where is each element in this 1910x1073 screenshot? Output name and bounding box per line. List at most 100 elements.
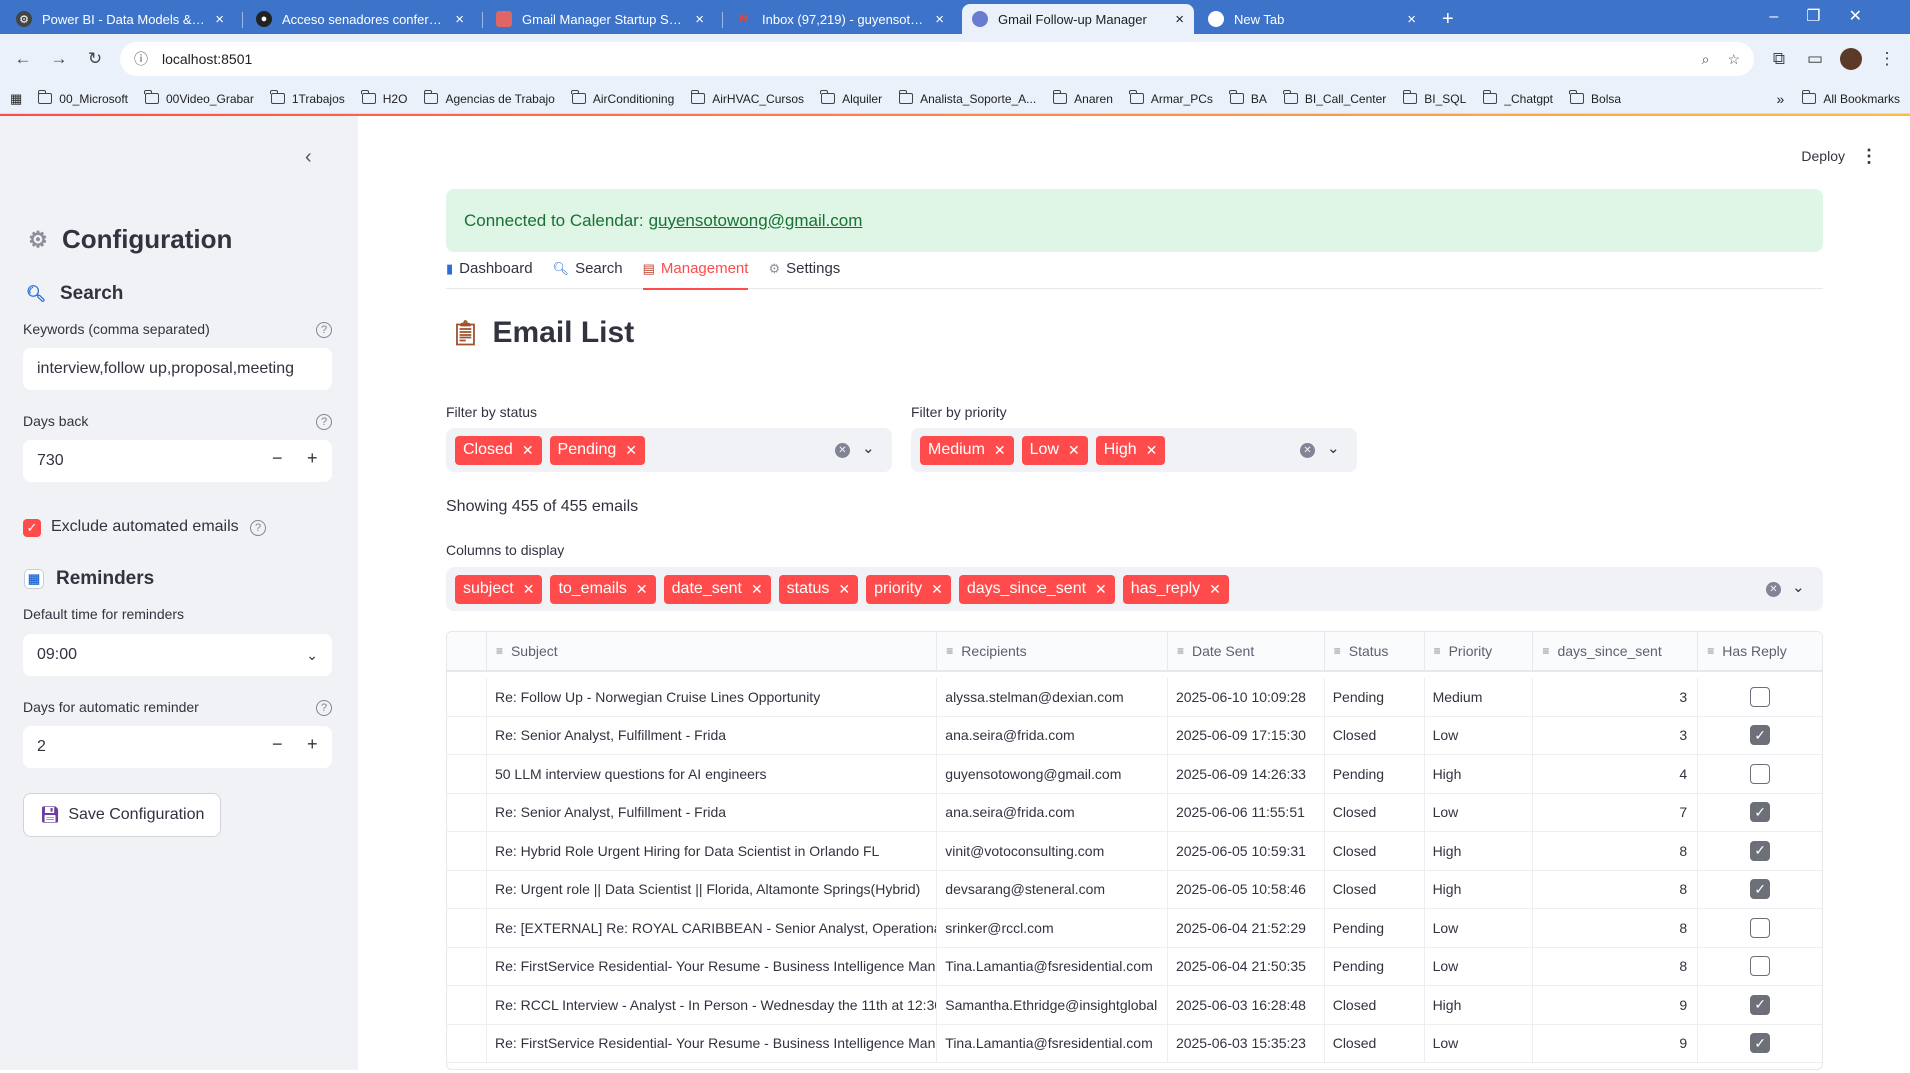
row-index-cell[interactable] <box>447 678 487 716</box>
priority-cell[interactable]: Low <box>1425 793 1534 831</box>
subject-cell[interactable]: Re: Urgent role || Data Scientist || Flo… <box>487 870 938 908</box>
tab-settings[interactable]: ⚙ Settings <box>768 250 840 288</box>
status-cell[interactable]: Pending <box>1325 678 1425 716</box>
has-reply-checkbox[interactable] <box>1750 686 1771 707</box>
status-chip-closed[interactable]: Closed ✕ <box>455 435 542 465</box>
priority-cell[interactable]: Low <box>1425 947 1534 985</box>
has-reply-checkbox[interactable] <box>1750 917 1771 938</box>
row-index-cell[interactable] <box>447 870 487 908</box>
more-bookmarks-icon[interactable]: » <box>1777 91 1785 107</box>
priority-cell[interactable]: High <box>1425 755 1534 793</box>
column-header-recipients[interactable]: ≡ Recipients <box>937 632 1168 670</box>
filter-status-multiselect[interactable]: Closed ✕ Pending ✕ ✕ ⌄ <box>446 428 892 472</box>
status-cell[interactable]: Pending <box>1325 909 1425 947</box>
recipients-cell[interactable]: vinit@votoconsulting.com <box>937 832 1168 870</box>
close-icon[interactable]: × <box>1407 11 1416 28</box>
address-bar[interactable]: ⓘ localhost:8501 ⌕ ☆ <box>120 42 1754 76</box>
app-menu-icon[interactable]: ⋮ <box>1860 146 1878 167</box>
close-icon[interactable]: × <box>215 11 224 28</box>
default-time-select[interactable]: 09:00 ⌄ <box>23 634 332 676</box>
has-reply-checkbox[interactable]: ✓ <box>1750 725 1771 746</box>
remove-chip-icon[interactable]: ✕ <box>1068 442 1080 459</box>
remove-chip-icon[interactable]: ✕ <box>838 581 850 598</box>
bookmark-folder[interactable]: _Chatgpt <box>1482 90 1553 106</box>
days-since-sent-cell[interactable]: 8 <box>1533 832 1699 870</box>
days-back-input[interactable]: 730 <box>23 440 332 482</box>
subject-cell[interactable]: Re: Follow Up - Norwegian Cruise Lines O… <box>487 678 938 716</box>
recipients-cell[interactable]: Tina.Lamantia@fsresidential.com <box>937 947 1168 985</box>
remove-chip-icon[interactable]: ✕ <box>994 442 1006 459</box>
recipients-cell[interactable]: Samantha.Ethridge@insightglobal <box>937 986 1168 1024</box>
subject-cell[interactable]: 50 LLM interview questions for AI engine… <box>487 755 938 793</box>
bookmark-folder[interactable]: BI_SQL <box>1402 90 1466 106</box>
priority-cell[interactable]: Medium <box>1425 678 1534 716</box>
browser-tab-powerbi[interactable]: ⚙Power BI - Data Models & Reports× <box>6 4 234 34</box>
subject-cell[interactable]: Re: RCCL Interview - Analyst - In Person… <box>487 986 938 1024</box>
bookmark-folder[interactable]: 1Trabajos <box>270 90 345 106</box>
priority-cell[interactable]: High <box>1425 870 1534 908</box>
has-reply-cell[interactable]: ✓ <box>1698 794 1822 832</box>
days-since-sent-cell[interactable]: 8 <box>1533 909 1699 947</box>
status-cell[interactable]: Closed <box>1325 793 1425 831</box>
remove-chip-icon[interactable]: ✕ <box>636 581 648 598</box>
close-icon[interactable]: × <box>935 11 944 28</box>
remove-chip-icon[interactable]: ✕ <box>523 581 535 598</box>
column-header-priority[interactable]: ≡ Priority <box>1425 632 1534 670</box>
row-index-cell[interactable] <box>447 947 487 985</box>
exclude-automated-checkbox[interactable]: ✓ <box>23 519 41 537</box>
remove-chip-icon[interactable]: ✕ <box>625 442 637 459</box>
browser-tab-followup-manager[interactable]: Gmail Follow-up Manager × <box>962 4 1194 34</box>
subject-cell[interactable]: Re: Senior Analyst, Fulfillment - Frida <box>487 793 938 831</box>
recipients-cell[interactable]: ana.seira@frida.com <box>937 793 1168 831</box>
back-icon[interactable]: ← <box>12 49 34 69</box>
table-row[interactable]: Re: RCCL Interview - Analyst - In Person… <box>447 986 1822 1025</box>
table-row[interactable]: Re: FirstService Residential- Your Resum… <box>447 947 1822 986</box>
priority-cell[interactable]: High <box>1425 986 1534 1024</box>
days-since-sent-cell[interactable]: 9 <box>1533 986 1699 1024</box>
chevron-down-icon[interactable]: ⌄ <box>1792 578 1805 596</box>
bookmark-folder[interactable]: BI_Call_Center <box>1283 90 1386 106</box>
recipients-cell[interactable]: alyssa.stelman@dexian.com <box>937 678 1168 716</box>
browser-menu-icon[interactable]: ⋮ <box>1876 49 1898 69</box>
has-reply-cell[interactable]: ✓ <box>1698 717 1822 755</box>
reload-icon[interactable]: ↻ <box>84 49 106 69</box>
collapse-sidebar-icon[interactable]: ‹ <box>305 146 312 169</box>
days-since-sent-cell[interactable]: 4 <box>1533 755 1699 793</box>
row-index-cell[interactable] <box>447 1024 487 1062</box>
remove-chip-icon[interactable]: ✕ <box>1209 581 1221 598</box>
columns-multiselect[interactable]: subject ✕ to_emails ✕ date_sent ✕ status ✕ p… <box>446 567 1823 611</box>
priority-cell[interactable]: Low <box>1425 1024 1534 1062</box>
tab-management[interactable]: ▤ Management <box>642 250 748 290</box>
close-icon[interactable]: × <box>695 11 704 28</box>
recipients-cell[interactable]: Tina.Lamantia@fsresidential.com <box>937 1024 1168 1062</box>
has-reply-cell[interactable]: ✓ <box>1698 1025 1822 1063</box>
decrement-button[interactable]: − <box>272 734 283 755</box>
date-sent-cell[interactable]: 2025-06-09 17:15:30 <box>1168 716 1325 754</box>
browser-tab-startup-script[interactable]: Gmail Manager Startup Script × <box>486 4 714 34</box>
profile-avatar[interactable] <box>1840 48 1862 70</box>
bookmark-folder[interactable]: 00_Microsoft <box>37 90 128 106</box>
has-reply-cell[interactable]: ✓ <box>1698 986 1822 1024</box>
subject-cell[interactable]: Re: FirstService Residential- Your Resum… <box>487 947 938 985</box>
status-cell[interactable]: Closed <box>1325 986 1425 1024</box>
table-row[interactable]: Re: [EXTERNAL] Re: ROYAL CARIBBEAN - Sen… <box>447 909 1822 948</box>
has-reply-cell[interactable] <box>1698 909 1822 947</box>
date-sent-cell[interactable]: 2025-06-05 10:58:46 <box>1168 870 1325 908</box>
has-reply-checkbox[interactable] <box>1750 956 1771 977</box>
clear-all-icon[interactable]: ✕ <box>835 443 850 458</box>
days-since-sent-cell[interactable]: 7 <box>1533 793 1699 831</box>
table-row[interactable]: Re: FirstService Residential- Your Resum… <box>447 1024 1822 1063</box>
cast-icon[interactable]: ▭ <box>1804 49 1826 69</box>
table-row[interactable]: Re: Hybrid Role Urgent Hiring for Data S… <box>447 832 1822 871</box>
date-sent-cell[interactable]: 2025-06-04 21:50:35 <box>1168 947 1325 985</box>
has-reply-checkbox[interactable]: ✓ <box>1750 840 1771 861</box>
browser-tab-inbox[interactable]: MInbox (97,219) - guyensotowong× <box>726 4 954 34</box>
remove-chip-icon[interactable]: ✕ <box>1095 581 1107 598</box>
tab-dashboard[interactable]: ▮ Dashboard <box>446 250 533 288</box>
days-since-sent-cell[interactable]: 3 <box>1533 716 1699 754</box>
subject-cell[interactable]: Re: Hybrid Role Urgent Hiring for Data S… <box>487 832 938 870</box>
status-cell[interactable]: Pending <box>1325 947 1425 985</box>
increment-button[interactable]: + <box>307 448 318 469</box>
column-chip[interactable]: has_reply ✕ <box>1122 574 1229 604</box>
column-header-subject[interactable]: ≡ Subject <box>487 632 938 670</box>
